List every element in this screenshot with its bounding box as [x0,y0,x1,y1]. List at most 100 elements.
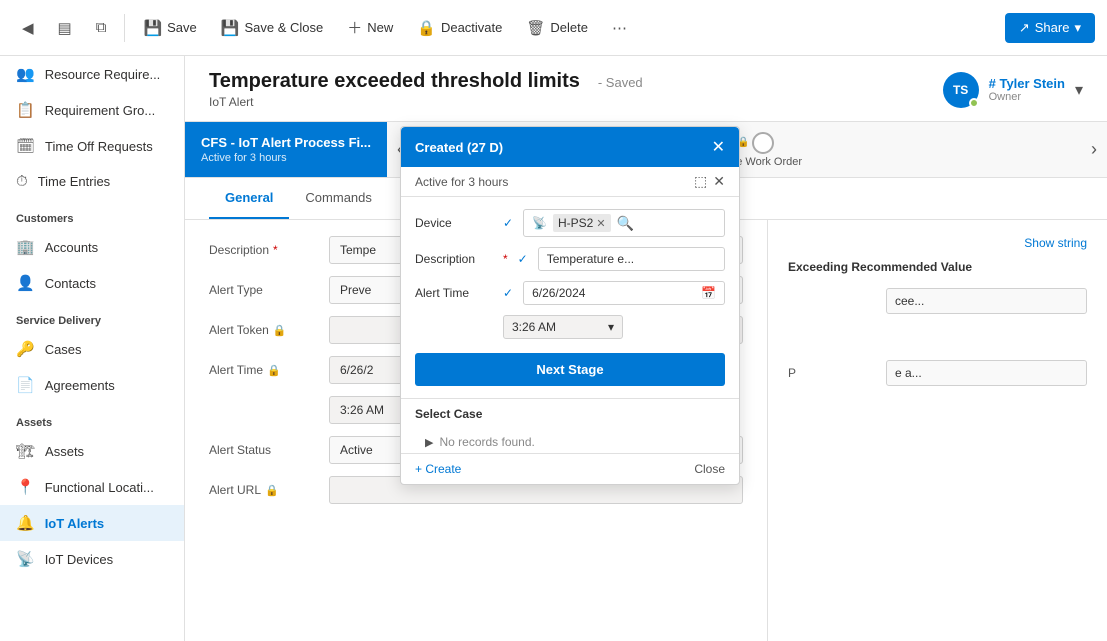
sidebar-item-contacts[interactable]: 👤Contacts [0,265,184,301]
right-val-1: cee... [886,288,1087,314]
share-chevron-icon: ▾ [1074,20,1081,36]
popup-time-field[interactable]: 3:26 AM ▾ [503,315,623,339]
popup-device-field: Device ✓ 📡 H-PS2 ✕ 🔍 [415,209,725,237]
sidebar-icon: 📋 [16,101,35,119]
back-icon: ◀ [22,19,34,37]
sidebar-icon: 🔑 [16,340,35,358]
alert-time-date-input [329,356,409,384]
share-icon: ↗ [1019,20,1030,36]
popup-close-footer-button[interactable]: Close [694,462,725,476]
popup-expand-button[interactable]: ⬚ [694,173,707,190]
form-right: Show string Exceeding Recommended Value … [767,220,1107,641]
more-button[interactable]: ⋯ [602,13,637,43]
no-records-label: No records found. [439,435,534,449]
right-field-2: P e a... [788,360,1087,386]
alert-url-label-text: Alert URL [209,483,261,497]
owner-chevron-button[interactable]: ▾ [1075,80,1083,100]
owner-info: # Tyler Stein Owner [989,76,1065,103]
sidebar-group-customers: Customers [0,199,184,229]
avatar-initials: TS [953,83,968,97]
owner-area: TS # Tyler Stein Owner ▾ [943,72,1083,108]
sidebar-icon: 👤 [16,274,35,292]
sidebar-item-label: Cases [45,342,82,357]
sidebar-item-accounts[interactable]: 🏢Accounts [0,229,184,265]
popup-close-button[interactable]: ✕ [712,137,725,157]
alert-status-label: Alert Status [209,443,319,457]
next-stage-button[interactable]: Next Stage [415,353,725,386]
desc-label-text: Description [209,243,269,257]
sidebar-item-resource-require...[interactable]: 👥 Resource Require... [0,56,184,92]
popup-panel: Created (27 D) ✕ Active for 3 hours ⬚ ✕ … [400,126,740,485]
owner-label: Owner [989,91,1065,103]
popup-body: Device ✓ 📡 H-PS2 ✕ 🔍 Desc [401,197,739,398]
sidebar-item-time-off-requests[interactable]: 🗓 Time Off Requests [0,128,184,164]
device-tag-remove-button[interactable]: ✕ [596,217,605,230]
alert-status-label-text: Alert Status [209,443,271,457]
save-close-label: Save & Close [244,20,323,35]
token-lock-icon: 🔒 [273,324,287,337]
sidebar-item-label: Resource Require... [45,67,161,82]
arrow-icon: ▶ [425,436,433,449]
record-title-area: Temperature exceeded threshold limits - … [209,70,643,109]
sidebar-item-label: IoT Alerts [45,516,104,531]
sidebar-item-label: IoT Devices [45,552,113,567]
save-icon: 💾 [143,19,162,37]
sidebar-item-label: Assets [45,444,84,459]
detach-button[interactable]: ⧉ [86,13,117,42]
alert-token-label-text: Alert Token [209,323,269,337]
desc-text: Temperature e... [547,252,634,266]
popup-time-row: 3:26 AM ▾ [503,315,725,339]
url-lock-icon: 🔒 [265,484,279,497]
sidebar-item-iot-devices[interactable]: 📡IoT Devices [0,541,184,577]
popup-alert-time-label: Alert Time [415,286,495,300]
delete-label: Delete [550,20,588,35]
view-button[interactable]: ▤ [48,13,82,43]
sidebar-item-label: Functional Locati... [45,480,154,495]
new-button[interactable]: ＋ New [337,11,403,44]
desc-required-icon: * [273,243,278,257]
popup-close-x-button[interactable]: ✕ [713,173,725,190]
sidebar-item-time-entries[interactable]: ⏱Time Entries [0,164,184,199]
right-val-2: e a... [886,360,1087,386]
share-button[interactable]: ↗ Share ▾ [1005,13,1095,43]
sidebar-item-requirement-gro...[interactable]: 📋Requirement Gro... [0,92,184,128]
back-button[interactable]: ◀ [12,13,44,43]
sidebar-icon: 🔔 [16,514,35,532]
save-close-button[interactable]: 💾 Save & Close [211,13,333,43]
sidebar-icon: 🗓 [16,137,35,155]
deactivate-button[interactable]: 🔒 Deactivate [407,13,512,43]
saved-status: - Saved [598,75,643,90]
process-next-button[interactable]: › [1081,122,1107,177]
popup-date-field[interactable]: 6/26/2024 📅 [523,281,725,305]
sidebar-icon: ⏱ [16,173,28,190]
alert-url-label: Alert URL 🔒 [209,483,319,497]
popup-create-button[interactable]: + Create [415,462,461,476]
sidebar-group-assets: Assets [0,403,184,433]
active-stage: CFS - IoT Alert Process Fi... Active for… [185,122,387,177]
popup-header: Created (27 D) ✕ [401,127,739,167]
sidebar-icon: 👥 [16,65,35,83]
popup-desc-required-icon: * [503,252,508,266]
sidebar-item-assets[interactable]: 🏗Assets [0,433,184,469]
sidebar-item-label: Time Off Requests [45,139,153,154]
avatar: TS [943,72,979,108]
alert-type-label-text: Alert Type [209,283,263,297]
device-search-icon[interactable]: 🔍 [617,215,634,232]
delete-button[interactable]: 🗑 Delete [516,13,598,43]
show-string-link[interactable]: Show string [1024,236,1087,250]
tab-commands[interactable]: Commands [289,178,387,219]
sidebar-item-cases[interactable]: 🔑 Cases [0,331,184,367]
stage-circle-workorder [752,132,774,154]
right-field-1: cee... [788,288,1087,314]
popup-device-value: 📡 H-PS2 ✕ 🔍 [523,209,725,237]
sidebar-item-iot-alerts[interactable]: 🔔 IoT Alerts [0,505,184,541]
sidebar-item-agreements[interactable]: 📄Agreements [0,367,184,403]
save-label: Save [167,20,197,35]
save-button[interactable]: 💾 Save [133,13,206,43]
alert-token-label: Alert Token 🔒 [209,323,319,337]
tab-general[interactable]: General [209,178,289,219]
device-tag-label: H-PS2 [558,216,593,230]
sidebar-item-functional-locati-[interactable]: 📍Functional Locati... [0,469,184,505]
popup-header-label: Created (27 D) [415,140,503,155]
sidebar-icon: 📄 [16,376,35,394]
